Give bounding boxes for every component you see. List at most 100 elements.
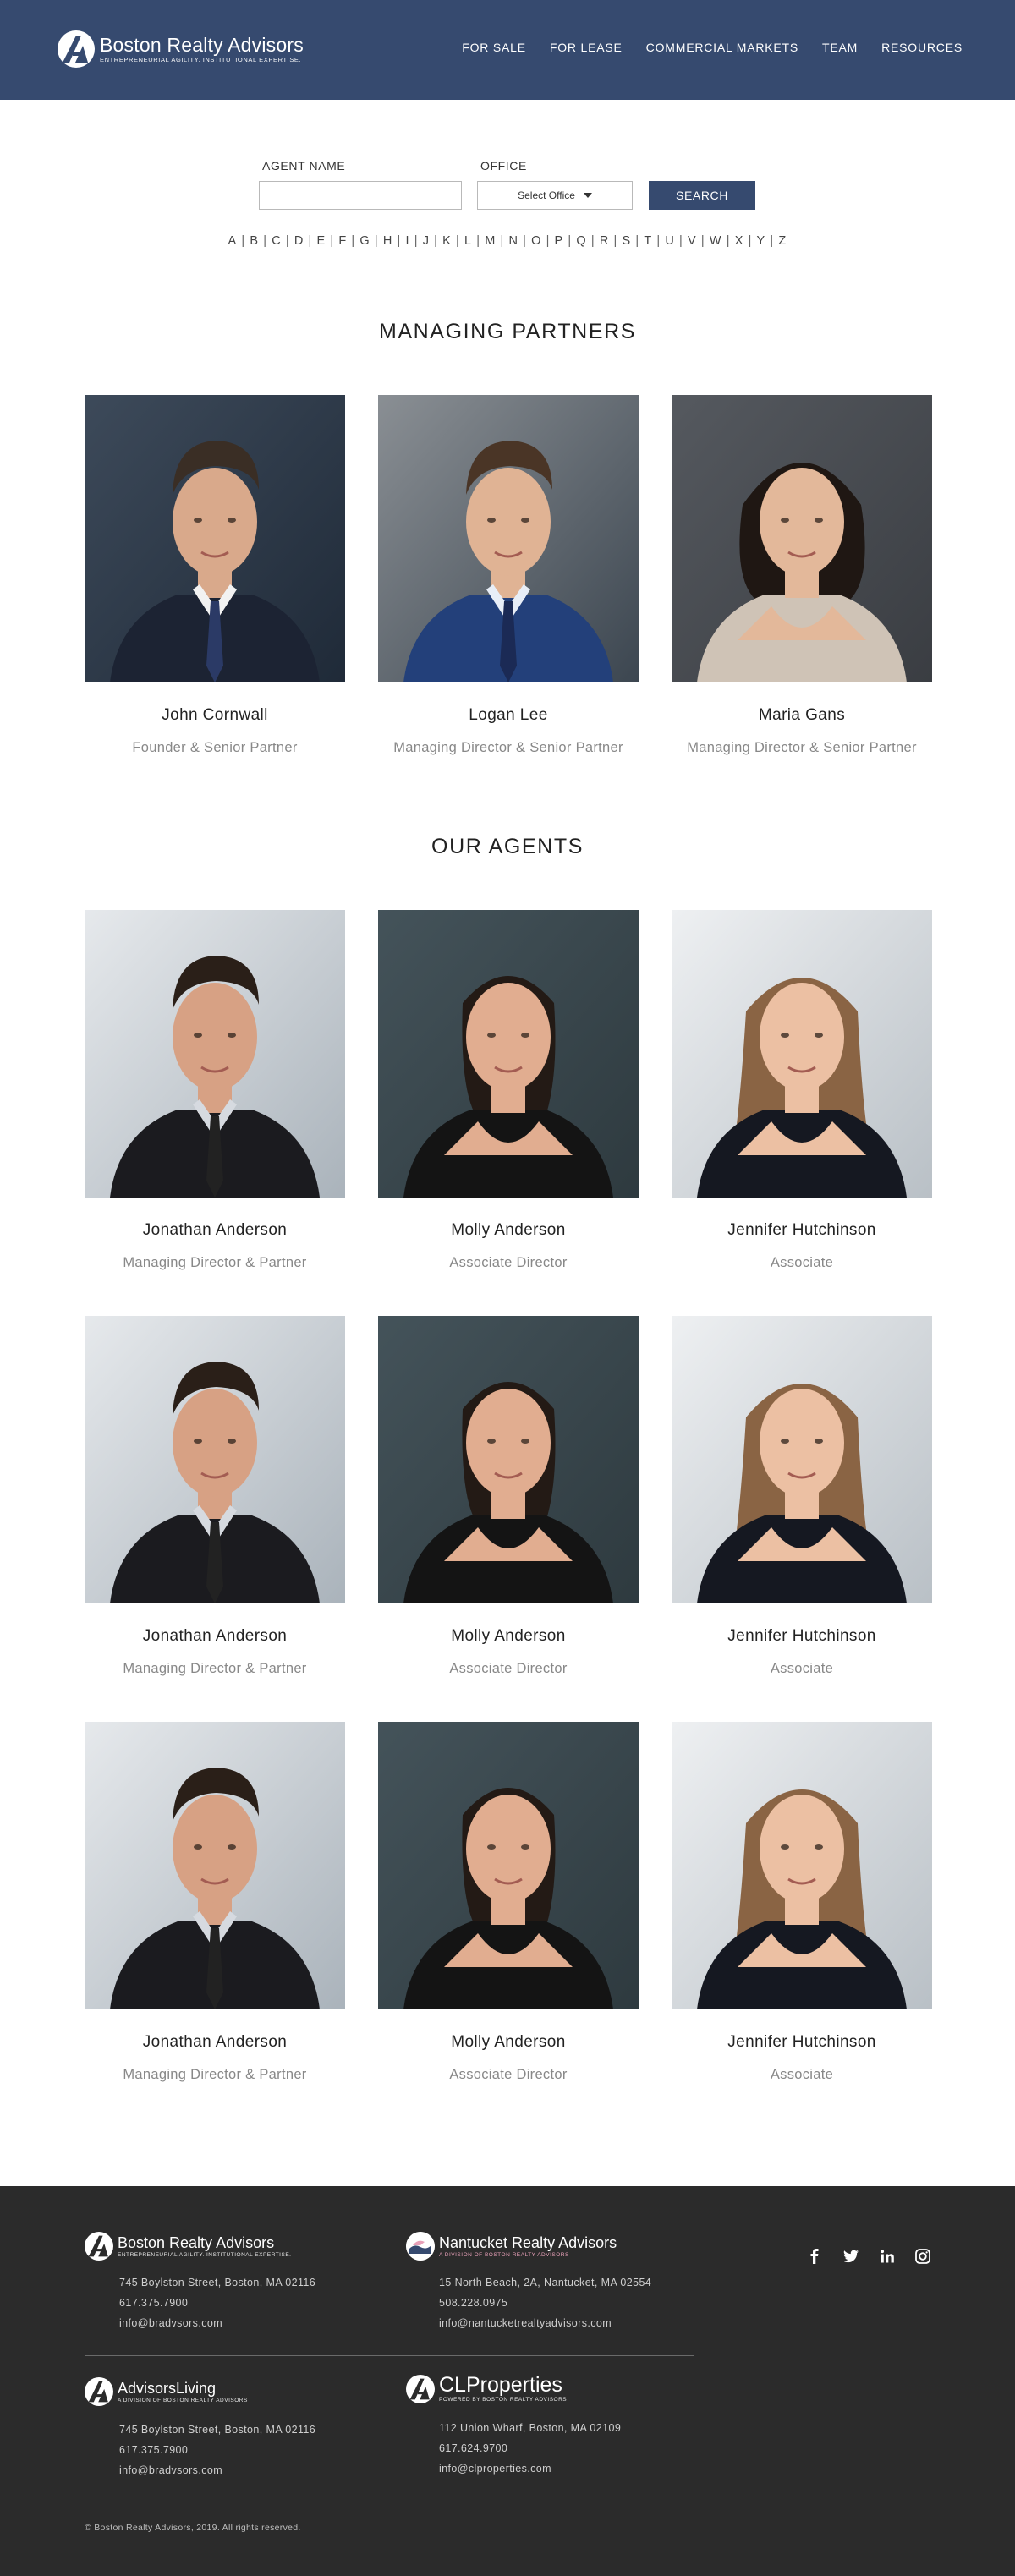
agent-card[interactable]: Jennifer Hutchinson Associate [672,1722,932,2083]
agent-name[interactable]: Jonathan Anderson [85,1627,345,1646]
footer-phone[interactable]: 617.375.7900 [119,2440,315,2460]
partner-card[interactable]: John Cornwall Founder & Senior Partner [85,395,345,756]
footer-brand-tagline: ENTREPRENEURIAL AGILITY. INSTITUTIONAL E… [118,2251,292,2258]
alpha-letter-m[interactable]: M [485,234,496,248]
footer-brand-advisorsliving[interactable]: AdvisorsLiving A DIVISION OF BOSTON REAL… [85,2377,248,2406]
bra-logo-icon [85,2232,113,2261]
agent-name[interactable]: Jonathan Anderson [85,2033,345,2052]
managing-partners-heading-row: MANAGING PARTNERS [85,315,930,348]
alpha-letter-c[interactable]: C [272,234,282,248]
alpha-letter-n[interactable]: N [508,234,518,248]
footer-contact-bra: 745 Boylston Street, Boston, MA 02116 61… [119,2272,315,2333]
partner-card[interactable]: Logan Lee Managing Director & Senior Part… [378,395,639,756]
agent-name[interactable]: Molly Anderson [378,2033,639,2052]
alpha-letter-x[interactable]: X [735,234,744,248]
nav-for-sale[interactable]: FOR SALE [462,41,526,54]
agent-card[interactable]: Jonathan Anderson Managing Director & Par… [85,910,345,1271]
agent-photo[interactable] [672,1722,932,2009]
footer-brand-clproperties[interactable]: CLProperties POWERED BY BOSTON REALTY AD… [406,2374,567,2403]
alpha-letter-s[interactable]: S [622,234,631,248]
agent-photo[interactable] [672,1316,932,1603]
alpha-letter-u[interactable]: U [665,234,675,248]
agent-card[interactable]: Molly Anderson Associate Director [378,910,639,1271]
facebook-icon[interactable] [805,2247,824,2266]
footer-brand-bra[interactable]: Boston Realty Advisors ENTREPRENEURIAL A… [85,2232,291,2261]
agent-title: Associate [770,2067,834,2082]
agent-name-input[interactable] [259,181,462,210]
alpha-letter-y[interactable]: Y [757,234,766,248]
footer-divider [85,2355,694,2356]
agent-name[interactable]: Molly Anderson [378,1221,639,1240]
partner-photo[interactable] [672,395,932,682]
alpha-letter-r[interactable]: R [600,234,610,248]
nav-resources[interactable]: RESOURCES [881,41,963,54]
twitter-icon[interactable] [842,2247,860,2266]
alpha-letter-e[interactable]: E [317,234,326,248]
agent-card[interactable]: Molly Anderson Associate Director [378,1722,639,2083]
agent-name[interactable]: Jonathan Anderson [85,1221,345,1240]
alpha-separator: | [434,234,439,248]
nav-commercial-markets[interactable]: COMMERCIAL MARKETS [646,41,798,54]
footer-phone[interactable]: 617.375.7900 [119,2293,315,2313]
alpha-letter-a[interactable]: A [228,234,238,248]
footer-email[interactable]: info@bradvsors.com [119,2460,315,2480]
alpha-letter-g[interactable]: G [359,234,370,248]
agent-photo[interactable] [378,1722,639,2009]
alpha-separator: | [613,234,618,248]
agent-photo[interactable] [85,910,345,1198]
footer-email[interactable]: info@nantucketrealtyadvisors.com [439,2313,651,2333]
agent-name[interactable]: Jennifer Hutchinson [672,1221,932,1240]
alpha-letter-h[interactable]: H [383,234,393,248]
agent-card[interactable]: Jonathan Anderson Managing Director & Par… [85,1316,345,1677]
alpha-letter-i[interactable]: I [405,234,409,248]
alpha-letter-b[interactable]: B [250,234,259,248]
footer-email[interactable]: info@clproperties.com [439,2458,621,2479]
alpha-letter-q[interactable]: Q [576,234,586,248]
agent-card[interactable]: Molly Anderson Associate Director [378,1316,639,1677]
footer-phone[interactable]: 617.624.9700 [439,2438,621,2458]
partner-name[interactable]: Logan Lee [378,706,639,725]
footer-phone[interactable]: 508.228.0975 [439,2293,651,2313]
agent-card[interactable]: Jennifer Hutchinson Associate [672,910,932,1271]
agent-photo[interactable] [378,910,639,1198]
alpha-letter-w[interactable]: W [710,234,722,248]
alpha-letter-d[interactable]: D [294,234,304,248]
alpha-letter-j[interactable]: J [423,234,430,248]
partner-photo[interactable] [378,395,639,682]
agent-card[interactable]: Jonathan Anderson Managing Director & Par… [85,1722,345,2083]
search-button[interactable]: SEARCH [649,181,755,210]
alpha-letter-t[interactable]: T [644,234,652,248]
alpha-letter-z[interactable]: Z [778,234,787,248]
agent-photo[interactable] [85,1316,345,1603]
alpha-letter-p[interactable]: P [555,234,564,248]
partner-card[interactable]: Maria Gans Managing Director & Senior Par… [672,395,932,756]
agent-photo[interactable] [672,910,932,1198]
nav-for-lease[interactable]: FOR LEASE [550,41,623,54]
instagram-icon[interactable] [914,2247,932,2266]
agent-title: Managing Director & Partner [123,1661,307,1676]
nav-team[interactable]: TEAM [822,41,858,54]
alpha-letter-o[interactable]: O [531,234,541,248]
agent-name[interactable]: Molly Anderson [378,1627,639,1646]
footer-email[interactable]: info@bradvsors.com [119,2313,315,2333]
partner-title: Founder & Senior Partner [132,740,298,755]
alpha-letter-l[interactable]: L [464,234,472,248]
footer-brand-tagline: POWERED BY BOSTON REALTY ADVISORS [439,2397,568,2403]
linkedin-icon[interactable] [878,2247,897,2266]
brand-logo[interactable]: Boston Realty Advisors ENTREPRENEURIAL A… [58,30,304,68]
agent-name[interactable]: Jennifer Hutchinson [672,2033,932,2052]
partner-name[interactable]: Maria Gans [672,706,932,725]
agent-photo[interactable] [85,1722,345,2009]
partner-name[interactable]: John Cornwall [85,706,345,725]
office-select[interactable]: Select Office [477,181,633,210]
alpha-separator: | [770,234,775,248]
footer-brand-nantucket[interactable]: Nantucket Realty Advisors A DIVISION OF … [406,2232,617,2261]
agent-name[interactable]: Jennifer Hutchinson [672,1627,932,1646]
agent-photo[interactable] [378,1316,639,1603]
partner-photo[interactable] [85,395,345,682]
section-heading: OUR AGENTS [431,834,584,858]
alpha-letter-f[interactable]: F [338,234,347,248]
agent-card[interactable]: Jennifer Hutchinson Associate [672,1316,932,1677]
alpha-letter-v[interactable]: V [688,234,697,248]
alpha-letter-k[interactable]: K [442,234,452,248]
